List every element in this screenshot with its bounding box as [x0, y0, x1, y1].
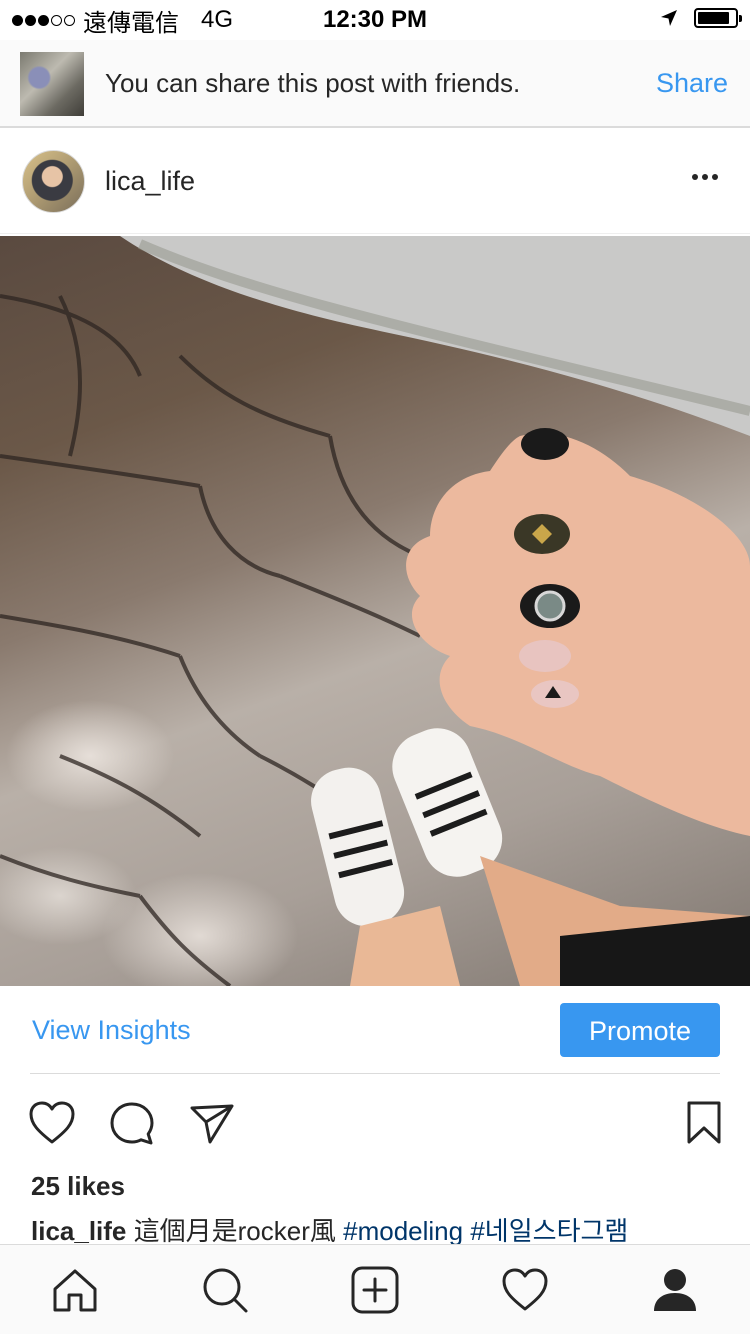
- hashtag-link[interactable]: #modeling: [343, 1216, 463, 1246]
- activity-heart-icon[interactable]: [500, 1265, 550, 1315]
- post-photo[interactable]: [0, 236, 750, 986]
- post-header: lica_life: [0, 130, 750, 234]
- bottom-tab-bar: [0, 1244, 750, 1334]
- heart-icon[interactable]: [28, 1100, 76, 1151]
- post-actions: [0, 1096, 750, 1152]
- insights-row: View Insights Promote: [0, 986, 750, 1074]
- promote-button[interactable]: Promote: [560, 1003, 720, 1057]
- view-insights-link[interactable]: View Insights: [32, 1013, 191, 1047]
- search-icon[interactable]: [200, 1265, 250, 1315]
- post-caption: lica_life 這個月是rocker風 #modeling #네일스타그램: [31, 1214, 731, 1248]
- avatar[interactable]: [22, 150, 85, 213]
- home-icon[interactable]: [50, 1265, 100, 1315]
- status-bar: 遠傳電信 4G 12:30 PM: [0, 0, 750, 40]
- post-username[interactable]: lica_life: [105, 164, 195, 198]
- bookmark-icon[interactable]: [686, 1100, 722, 1151]
- send-icon[interactable]: [188, 1100, 236, 1153]
- location-arrow-icon: [660, 9, 678, 27]
- battery-icon: [694, 8, 742, 28]
- likes-count[interactable]: 25 likes: [31, 1170, 125, 1202]
- divider: [30, 1073, 720, 1074]
- caption-text: 這個月是rocker風: [133, 1216, 336, 1246]
- profile-icon[interactable]: [650, 1265, 700, 1315]
- status-right: [660, 8, 742, 28]
- caption-username[interactable]: lica_life: [31, 1216, 126, 1246]
- post-thumbnail: [20, 52, 84, 116]
- hashtag-link[interactable]: #네일스타그램: [470, 1216, 628, 1246]
- more-horizontal-icon[interactable]: [690, 174, 720, 180]
- share-banner: You can share this post with friends. Sh…: [0, 40, 750, 128]
- new-post-icon[interactable]: [350, 1265, 400, 1315]
- status-time: 12:30 PM: [322, 6, 428, 33]
- share-button[interactable]: Share: [656, 66, 728, 100]
- comment-icon[interactable]: [108, 1100, 156, 1153]
- share-message: You can share this post with friends.: [105, 68, 521, 98]
